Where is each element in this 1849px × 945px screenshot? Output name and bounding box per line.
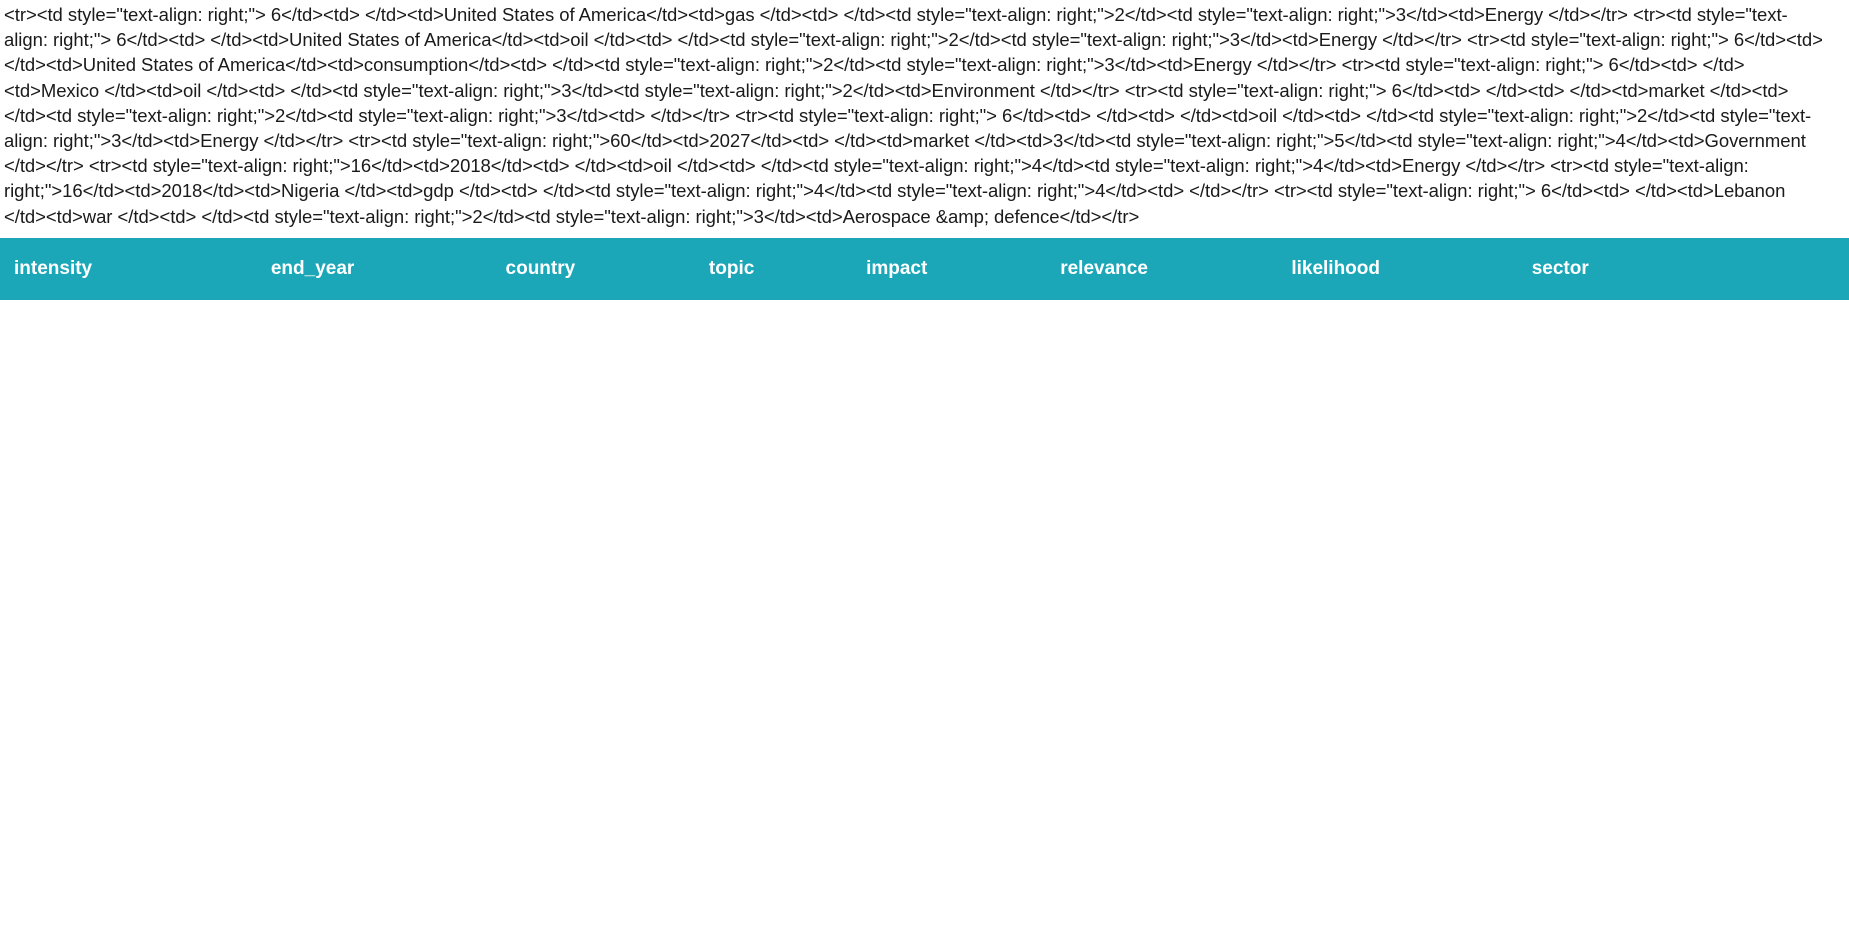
column-header-relevance[interactable]: relevance — [1050, 238, 1281, 300]
column-header-impact[interactable]: impact — [856, 238, 1050, 300]
column-header-end-year[interactable]: end_year — [259, 238, 496, 300]
column-header-country[interactable]: country — [496, 238, 699, 300]
column-header-intensity[interactable]: intensity — [0, 238, 259, 300]
raw-html-markup-text: <tr><td style="text-align: right;"> 6</t… — [4, 4, 1823, 227]
data-table: intensity end_year country topic impact … — [0, 237, 1849, 912]
table-body — [0, 299, 1849, 912]
table-body-empty-cell — [0, 300, 1849, 912]
table-header: intensity end_year country topic impact … — [0, 237, 1849, 300]
table-body-empty-row — [0, 300, 1849, 912]
column-header-topic[interactable]: topic — [699, 238, 856, 300]
table-header-row: intensity end_year country topic impact … — [0, 237, 1849, 300]
table-container: intensity end_year country topic impact … — [0, 237, 1849, 912]
column-header-sector[interactable]: sector — [1522, 238, 1849, 300]
column-header-likelihood[interactable]: likelihood — [1281, 238, 1521, 300]
